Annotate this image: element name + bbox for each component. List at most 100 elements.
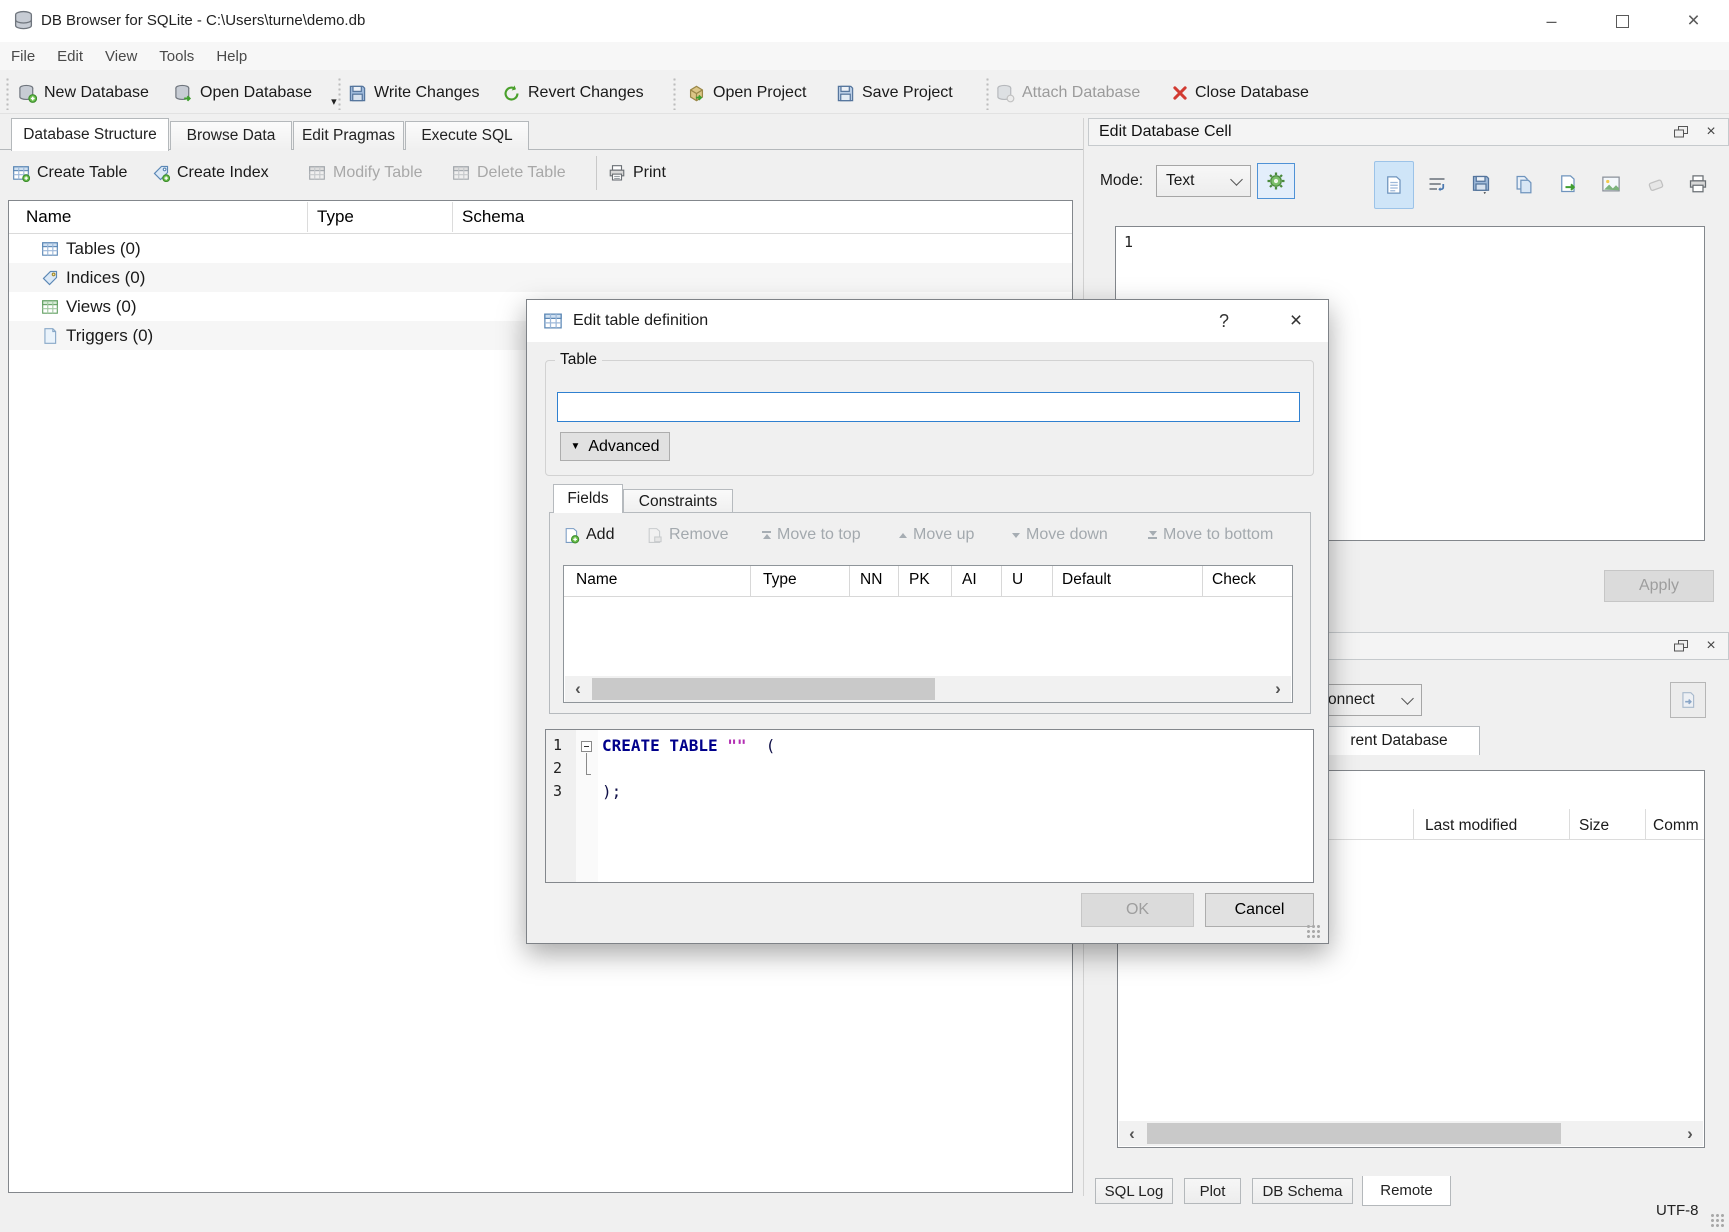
tab-sql-log[interactable]: SQL Log	[1095, 1178, 1173, 1204]
field-move-up-button[interactable]: Move up	[899, 526, 974, 544]
cell-save-button[interactable]	[1462, 161, 1500, 207]
col-u[interactable]: U	[1012, 571, 1023, 589]
cell-print-button[interactable]	[1679, 161, 1717, 207]
scrollbar-thumb[interactable]	[592, 678, 935, 700]
cell-export-button[interactable]	[1549, 161, 1587, 207]
fold-marker-icon[interactable]	[581, 741, 592, 752]
new-database-button[interactable]: New Database	[14, 77, 153, 109]
menu-view[interactable]: View	[94, 48, 148, 65]
tab-database-structure[interactable]: Database Structure	[11, 118, 169, 151]
remote-clone-button[interactable]	[1670, 682, 1706, 718]
scrollbar-thumb[interactable]	[1147, 1123, 1561, 1144]
tab-execute-sql[interactable]: Execute SQL	[405, 121, 529, 150]
remote-hscrollbar[interactable]: ‹ ›	[1119, 1121, 1703, 1146]
resize-grip[interactable]	[1710, 1213, 1725, 1228]
minimize-button[interactable]: –	[1516, 0, 1587, 42]
menu-file[interactable]: File	[0, 48, 46, 65]
col-type[interactable]: Type	[763, 571, 797, 589]
fields-hscrollbar[interactable]: ‹ ›	[565, 676, 1291, 702]
ok-button[interactable]: OK	[1081, 893, 1194, 927]
remote-tab-current-database[interactable]: rent Database	[1318, 726, 1480, 755]
print-button[interactable]: Print	[608, 158, 666, 188]
remote-column-last-modified[interactable]: Last modified	[1425, 817, 1517, 835]
remote-column-size[interactable]: Size	[1579, 817, 1609, 835]
dock-float-button[interactable]	[1670, 122, 1692, 142]
field-remove-button[interactable]: Remove	[646, 526, 729, 544]
maximize-button[interactable]	[1587, 0, 1658, 42]
open-database-button[interactable]: Open Database ▾	[170, 77, 341, 109]
scroll-left-button[interactable]: ‹	[565, 676, 591, 702]
cell-image-button[interactable]	[1592, 161, 1630, 207]
tree-column-name[interactable]: Name	[26, 207, 71, 227]
remote-connect-dropdown[interactable]: onnect	[1318, 684, 1422, 716]
dock-close-button[interactable]: ×	[1700, 122, 1722, 142]
toolbar-handle[interactable]	[984, 76, 990, 110]
dialog-resize-grip[interactable]	[1306, 924, 1320, 938]
sql-preview-editor[interactable]: 1 2 3 CREATE TABLE "" ( );	[545, 729, 1314, 883]
field-move-top-button[interactable]: Move to top	[762, 526, 861, 544]
field-move-down-button[interactable]: Move down	[1012, 526, 1108, 544]
edit-cell-panel-header[interactable]: Edit Database Cell ×	[1088, 118, 1729, 146]
dialog-help-button[interactable]: ?	[1207, 300, 1241, 342]
col-ai[interactable]: AI	[962, 571, 977, 589]
open-database-dropdown-icon[interactable]: ▾	[331, 95, 337, 108]
table-name-input[interactable]	[557, 392, 1300, 422]
tree-column-schema[interactable]: Schema	[462, 207, 524, 227]
advanced-toggle-button[interactable]: ▼ Advanced	[560, 432, 670, 461]
cell-text-view-button[interactable]	[1374, 161, 1414, 209]
write-changes-button[interactable]: Write Changes	[344, 77, 484, 109]
dialog-tab-constraints[interactable]: Constraints	[623, 489, 733, 513]
open-project-button[interactable]: Open Project	[683, 77, 810, 109]
save-project-button[interactable]: Save Project	[832, 77, 957, 109]
remote-column-commit[interactable]: Comm	[1653, 817, 1699, 835]
scroll-right-button[interactable]: ›	[1265, 676, 1291, 702]
toolbar-handle[interactable]	[671, 76, 677, 110]
apply-button[interactable]: Apply	[1604, 570, 1714, 602]
dialog-close-button[interactable]: ×	[1279, 300, 1313, 342]
tab-remote[interactable]: Remote	[1362, 1176, 1451, 1206]
attach-database-button[interactable]: Attach Database	[992, 77, 1144, 109]
tab-plot[interactable]: Plot	[1184, 1178, 1241, 1204]
column-separator	[750, 566, 751, 596]
tab-db-schema[interactable]: DB Schema	[1252, 1178, 1353, 1204]
line-number: 3	[553, 782, 562, 800]
field-add-button[interactable]: Add	[563, 526, 614, 544]
col-name[interactable]: Name	[576, 571, 617, 589]
tree-column-type[interactable]: Type	[317, 207, 354, 227]
cell-clear-button[interactable]	[1637, 161, 1675, 207]
tree-item-label: Tables (0)	[66, 239, 141, 259]
toolbar-handle[interactable]	[4, 76, 10, 110]
dialog-tab-fields[interactable]: Fields	[553, 484, 623, 513]
tree-header-separator[interactable]	[452, 202, 453, 232]
scroll-left-button[interactable]: ‹	[1119, 1121, 1145, 1146]
tab-edit-pragmas[interactable]: Edit Pragmas	[293, 121, 404, 150]
menu-edit[interactable]: Edit	[46, 48, 94, 65]
col-check[interactable]: Check	[1212, 571, 1256, 589]
close-button[interactable]: ×	[1658, 0, 1729, 42]
menu-help[interactable]: Help	[205, 48, 258, 65]
cell-settings-button[interactable]	[1257, 163, 1295, 199]
scroll-right-button[interactable]: ›	[1677, 1121, 1703, 1146]
cell-word-wrap-button[interactable]	[1418, 161, 1456, 207]
mode-select[interactable]: Text	[1156, 165, 1251, 197]
create-table-button[interactable]: Create Table	[12, 158, 127, 188]
col-nn[interactable]: NN	[860, 571, 882, 589]
create-index-button[interactable]: Create Index	[152, 158, 269, 188]
dock-float-button[interactable]	[1670, 636, 1692, 656]
tab-browse-data[interactable]: Browse Data	[170, 121, 292, 150]
cancel-button[interactable]: Cancel	[1205, 893, 1314, 927]
cell-import-button[interactable]	[1505, 161, 1543, 207]
field-move-bottom-button[interactable]: Move to bottom	[1148, 526, 1273, 544]
col-default[interactable]: Default	[1062, 571, 1111, 589]
col-pk[interactable]: PK	[909, 571, 930, 589]
tree-item-tables[interactable]: Tables (0)	[9, 234, 1072, 263]
dock-close-button[interactable]: ×	[1700, 636, 1722, 656]
delete-table-button[interactable]: Delete Table	[452, 158, 566, 188]
modify-table-button[interactable]: Modify Table	[308, 158, 423, 188]
revert-changes-button[interactable]: Revert Changes	[498, 77, 648, 109]
tree-item-indices[interactable]: Indices (0)	[9, 263, 1072, 292]
tree-item-label: Views (0)	[66, 297, 137, 317]
tree-header-separator[interactable]	[307, 202, 308, 232]
menu-tools[interactable]: Tools	[148, 48, 205, 65]
close-database-button[interactable]: Close Database	[1168, 77, 1313, 109]
